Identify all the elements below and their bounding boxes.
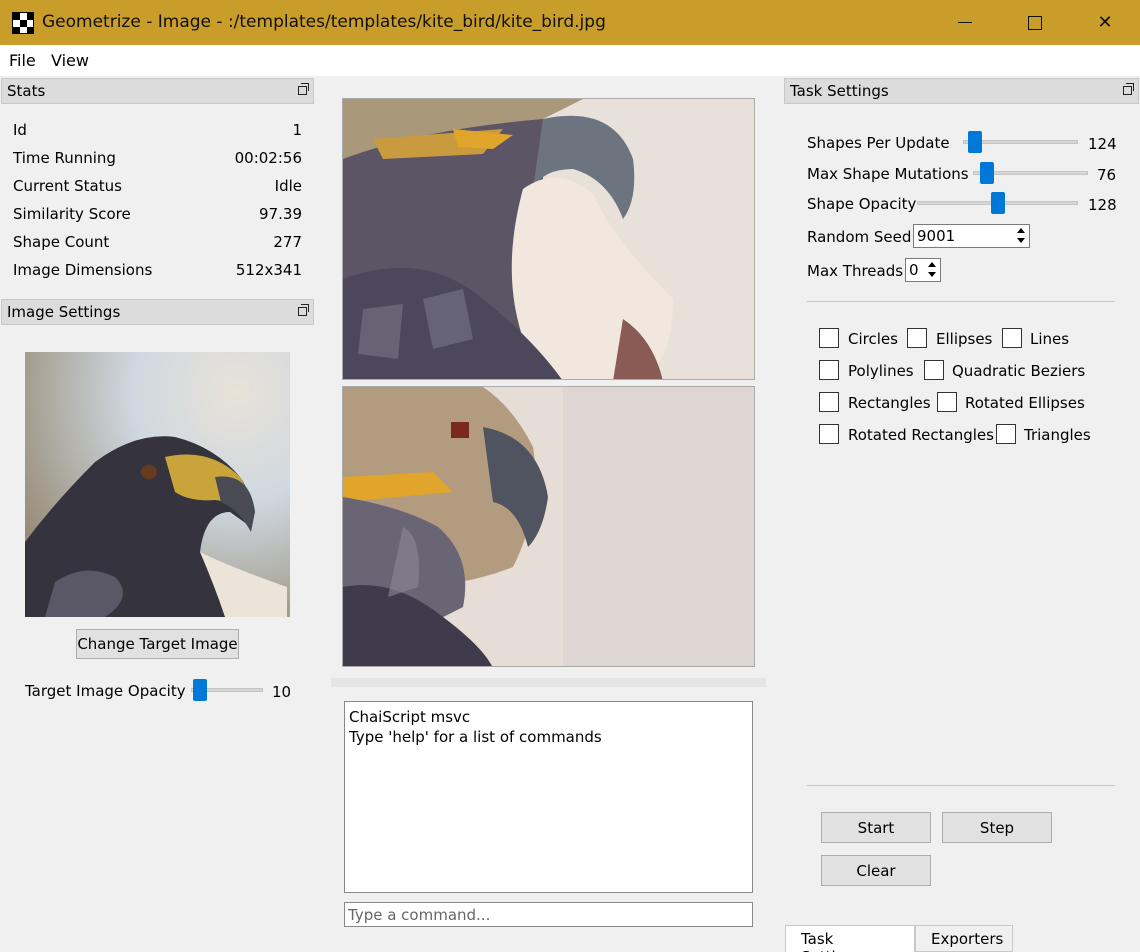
- app-icon: [12, 12, 34, 34]
- divider: [807, 301, 1115, 302]
- random-seed-spinbox[interactable]: 9001: [913, 224, 1030, 248]
- checkbox-label-rectangles[interactable]: Rectangles: [848, 394, 931, 412]
- dock-float-icon[interactable]: [298, 304, 309, 316]
- close-icon: ✕: [1097, 12, 1113, 33]
- target-opacity-label: Target Image Opacity: [25, 682, 186, 700]
- max-threads-spinbox[interactable]: 0: [905, 258, 941, 282]
- stat-label-similarity: Similarity Score: [13, 205, 131, 223]
- shapes-per-update-value: 124: [1088, 135, 1117, 153]
- checkbox-rotated-ellipses[interactable]: [937, 392, 957, 412]
- checkbox-rotated-rectangles[interactable]: [819, 424, 839, 444]
- shapes-per-update-slider-thumb[interactable]: [968, 131, 983, 153]
- command-input[interactable]: Type a command...: [344, 902, 753, 927]
- checkbox-circles[interactable]: [819, 328, 839, 348]
- tab-task-settings[interactable]: Task Settings: [785, 925, 915, 952]
- checkbox-label-triangles[interactable]: Triangles: [1024, 426, 1091, 444]
- shape-opacity-slider-thumb[interactable]: [990, 192, 1005, 214]
- checkbox-label-polylines[interactable]: Polylines: [848, 362, 914, 380]
- stat-value-shape-count: 277: [273, 233, 302, 251]
- stat-label-time: Time Running: [13, 149, 116, 167]
- spin-arrows[interactable]: [925, 259, 940, 281]
- checkbox-polylines[interactable]: [819, 360, 839, 380]
- minimize-button[interactable]: [930, 0, 1000, 45]
- checkbox-lines[interactable]: [1002, 328, 1022, 348]
- minimize-icon: [958, 22, 972, 23]
- checkbox-label-rotated-ellipses[interactable]: Rotated Ellipses: [965, 394, 1085, 412]
- stat-label-status: Current Status: [13, 177, 122, 195]
- spin-down-icon[interactable]: [1017, 238, 1025, 243]
- menu-file[interactable]: File: [9, 51, 36, 70]
- checkbox-ellipses[interactable]: [907, 328, 927, 348]
- target-image-preview: [25, 352, 290, 617]
- max-threads-label: Max Threads: [807, 262, 904, 280]
- divider: [807, 785, 1115, 786]
- target-opacity-value: 10: [272, 683, 292, 701]
- menu-view[interactable]: View: [51, 51, 89, 70]
- stat-value-dimensions: 512x341: [235, 261, 302, 279]
- image-settings-dock-header: Image Settings: [1, 299, 314, 325]
- geometrized-canvas: [342, 386, 755, 667]
- checkbox-quadratic-beziers[interactable]: [924, 360, 944, 380]
- geometrized-canvas-zoomed: [342, 98, 755, 380]
- stats-dock-title: Stats: [7, 82, 46, 100]
- stats-dock-header: Stats: [1, 78, 314, 104]
- checkbox-label-quadratic-beziers[interactable]: Quadratic Beziers: [952, 362, 1085, 380]
- random-seed-label: Random Seed: [807, 228, 912, 246]
- console-output[interactable]: ChaiScript msvc Type 'help' for a list o…: [344, 701, 753, 893]
- clear-button[interactable]: Clear: [821, 855, 931, 886]
- spin-down-icon[interactable]: [928, 272, 936, 277]
- dock-float-icon[interactable]: [1123, 83, 1134, 95]
- dock-float-icon[interactable]: [298, 83, 309, 95]
- max-shape-mutations-value: 76: [1097, 166, 1117, 184]
- spin-arrows[interactable]: [1014, 225, 1029, 247]
- stat-label-dimensions: Image Dimensions: [13, 261, 153, 279]
- window-title: Geometrize - Image - :/templates/templat…: [42, 12, 606, 32]
- maximize-icon: [1028, 15, 1042, 30]
- checkbox-label-circles[interactable]: Circles: [848, 330, 898, 348]
- spin-up-icon[interactable]: [1017, 228, 1025, 233]
- close-button[interactable]: ✕: [1070, 0, 1140, 45]
- start-button[interactable]: Start: [821, 812, 931, 843]
- title-bar: Geometrize - Image - :/templates/templat…: [0, 0, 1140, 45]
- maximize-button[interactable]: [1000, 0, 1070, 45]
- task-settings-dock-header: Task Settings: [784, 78, 1139, 104]
- max-threads-value: 0: [909, 261, 919, 279]
- task-settings-dock-title: Task Settings: [790, 82, 889, 100]
- target-opacity-slider-thumb[interactable]: [193, 679, 208, 701]
- spin-up-icon[interactable]: [928, 262, 936, 267]
- checkbox-label-ellipses[interactable]: Ellipses: [936, 330, 992, 348]
- console-line: ChaiScript msvc: [349, 708, 471, 726]
- shapes-per-update-label: Shapes Per Update: [807, 134, 950, 152]
- shape-opacity-label: Shape Opacity: [807, 195, 917, 213]
- max-shape-mutations-slider-thumb[interactable]: [980, 162, 995, 184]
- checkbox-label-rotated-rectangles[interactable]: Rotated Rectangles: [848, 426, 994, 444]
- change-target-image-button[interactable]: Change Target Image: [76, 629, 239, 659]
- stat-value-status: Idle: [274, 177, 302, 195]
- console-line: Type 'help' for a list of commands: [349, 728, 602, 746]
- menu-bar: File View: [0, 45, 1140, 76]
- checkbox-rectangles[interactable]: [819, 392, 839, 412]
- checkbox-label-lines[interactable]: Lines: [1030, 330, 1069, 348]
- max-shape-mutations-label: Max Shape Mutations: [807, 165, 969, 183]
- random-seed-value: 9001: [917, 227, 956, 245]
- image-settings-dock-title: Image Settings: [7, 303, 121, 321]
- shape-opacity-value: 128: [1088, 196, 1117, 214]
- stat-value-time: 00:02:56: [234, 149, 302, 167]
- canvas-splitter[interactable]: [331, 678, 766, 687]
- stat-label-shape-count: Shape Count: [13, 233, 110, 251]
- stat-value-similarity: 97.39: [259, 205, 302, 223]
- stat-value-id: 1: [292, 121, 302, 139]
- step-button[interactable]: Step: [942, 812, 1052, 843]
- checkbox-triangles[interactable]: [996, 424, 1016, 444]
- tab-exporters[interactable]: Exporters: [915, 925, 1013, 952]
- stat-label-id: Id: [13, 121, 27, 139]
